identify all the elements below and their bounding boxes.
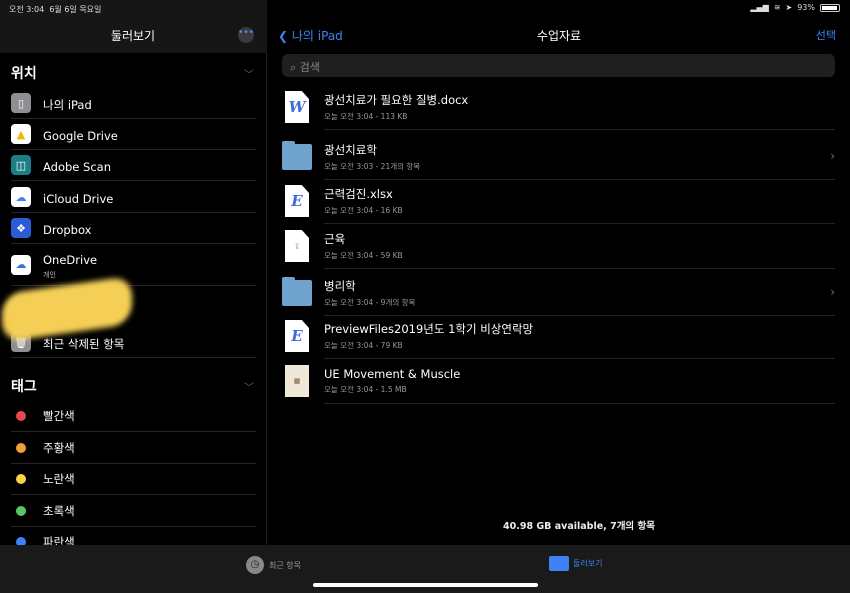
document-icon: E <box>285 320 309 352</box>
tags-header: 태그 <box>11 379 37 395</box>
tag-color-dot <box>16 474 26 484</box>
sidebar-item-tag[interactable]: 초록색 <box>11 496 256 527</box>
battery-percent: 93% <box>797 3 815 12</box>
sidebar-item-location[interactable]: ◫ Adobe Scan <box>11 150 256 181</box>
sidebar-item-tag[interactable]: 노란색 <box>11 464 256 495</box>
sidebar-item-location[interactable]: ☁ iCloud Drive <box>11 182 256 213</box>
select-button[interactable]: 선택 <box>816 27 836 43</box>
document-icon: W <box>285 91 309 123</box>
sidebar-title: 둘러보기 <box>110 29 156 43</box>
storage-footer: 40.98 GB available, 7개의 항목 <box>503 521 655 532</box>
tab-recent[interactable]: ◷ 최근 항목 <box>246 556 301 574</box>
file-row[interactable]: W 광선치료가 필요한 질병.docx 오늘 오전 3:04 - 113 KB <box>282 84 835 130</box>
battery-icon <box>820 3 840 12</box>
chevron-down-icon[interactable]: ﹀ <box>244 379 254 394</box>
sidebar-item-tag[interactable]: 주황색 <box>11 433 256 464</box>
tab-browse[interactable]: 둘러보기 <box>549 556 602 571</box>
status-date: 6월 6일 목요일 <box>49 5 102 14</box>
document-icon: ⇪ <box>285 230 309 262</box>
file-row[interactable]: E 근력검진.xlsx 오늘 오전 3:04 - 16 KB <box>282 178 835 224</box>
file-row[interactable]: ▦ UE Movement & Muscle 오늘 오전 3:04 - 1.5 MB <box>282 358 835 404</box>
chevron-down-icon[interactable]: ﹀ <box>244 66 254 81</box>
location-icon: ➤ <box>785 3 793 12</box>
file-row[interactable]: 병리학 오늘 오전 3:04 - 9개의 항목 › <box>282 270 835 316</box>
chevron-right-icon: › <box>830 285 835 299</box>
search-icon: ⌕ <box>290 61 297 74</box>
tag-color-dot <box>16 411 26 421</box>
dropbox-icon: ❖ <box>11 218 31 238</box>
icloud-icon: ☁ <box>11 187 31 207</box>
home-indicator[interactable] <box>313 583 538 587</box>
wifi-icon: ≋ <box>773 3 781 12</box>
locations-header: 위치 <box>11 66 37 82</box>
adobe-scan-icon: ◫ <box>11 155 31 175</box>
file-browser: ❮ 나의 iPad 수업자료 선택 ⌕ 검색 W 광선치료가 필요한 질병.doc… <box>268 0 850 545</box>
file-row[interactable]: ⇪ 근육 오늘 오전 3:04 - 59 KB <box>282 223 835 269</box>
google-drive-icon: ▲ <box>11 124 31 144</box>
folder-icon <box>282 277 312 306</box>
sidebar-item-tag[interactable]: 빨간색 <box>11 401 256 432</box>
folder-icon <box>282 141 312 170</box>
file-row[interactable]: E PreviewFiles2019년도 1학기 비상연락망 오늘 오전 3:04 … <box>282 313 835 359</box>
search-input[interactable]: ⌕ 검색 <box>282 54 835 77</box>
sidebar-item-location[interactable]: ☁ OneDrive 개인 <box>11 244 256 286</box>
chevron-right-icon: › <box>830 149 835 163</box>
tag-color-dot <box>16 505 26 516</box>
folder-title: 수업자료 <box>536 29 582 43</box>
tag-color-dot <box>16 442 26 453</box>
image-thumbnail: ▦ <box>285 365 309 397</box>
sidebar-item-location[interactable]: ▲ Google Drive <box>11 119 256 150</box>
ipad-icon: ▯ <box>11 93 31 113</box>
status-time: 오전 3:04 <box>9 5 45 14</box>
more-button[interactable]: ••• <box>238 27 254 43</box>
folder-icon <box>549 556 569 571</box>
document-icon: E <box>285 185 309 217</box>
signal-icon: ▂▄▆ <box>750 3 769 12</box>
onedrive-icon: ☁ <box>11 254 31 275</box>
status-bar: 오전 3:04 6월 6일 목요일 ▂▄▆ ≋ ➤ 93% <box>0 0 850 16</box>
sidebar: 둘러보기 ••• 위치 ﹀ ▯ 나의 iPad ▲ Google Drive ◫ Adob… <box>0 0 267 558</box>
clock-icon: ◷ <box>246 556 264 574</box>
sidebar-item-location[interactable]: ❖ Dropbox <box>11 213 256 244</box>
sidebar-item-location[interactable]: ▯ 나의 iPad <box>11 88 256 119</box>
file-row[interactable]: 광선치료학 오늘 오전 3:03 - 21개의 항목 › <box>282 134 835 180</box>
ellipsis-icon: ••• <box>238 28 254 38</box>
